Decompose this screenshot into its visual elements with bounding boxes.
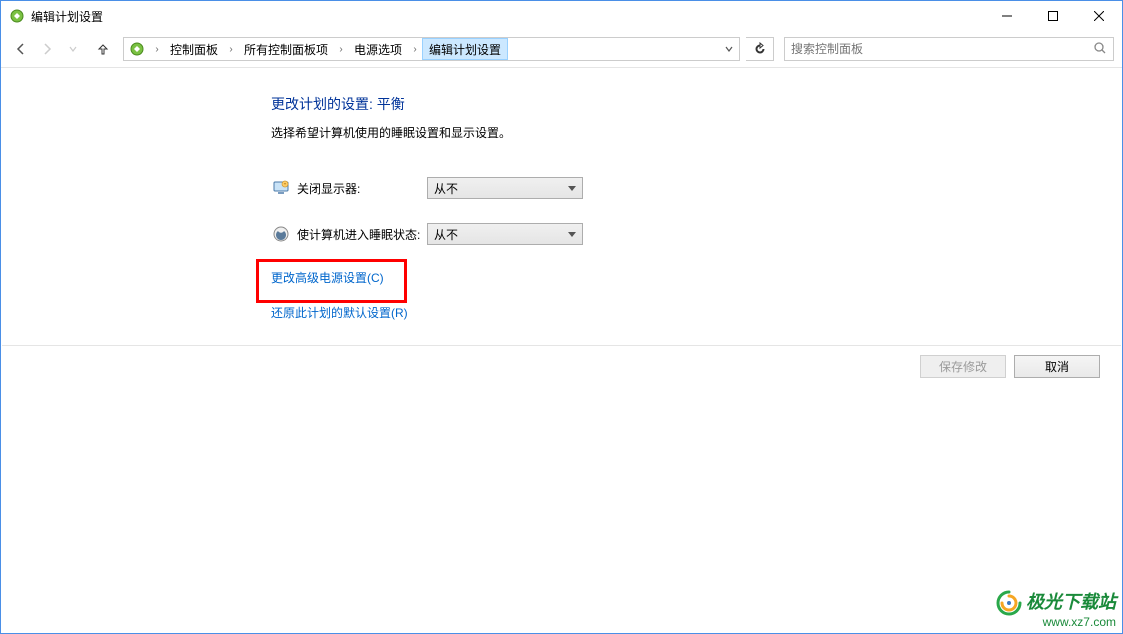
window-controls — [984, 1, 1122, 31]
advanced-settings-link[interactable]: 更改高级电源设置(C) — [271, 269, 1122, 286]
close-button[interactable] — [1076, 1, 1122, 31]
links: 更改高级电源设置(C) 还原此计划的默认设置(R) — [271, 269, 1122, 321]
chevron-right-icon[interactable]: › — [408, 44, 422, 55]
maximize-button[interactable] — [1030, 1, 1076, 31]
display-off-value: 从不 — [434, 180, 458, 197]
chevron-right-icon[interactable]: › — [334, 44, 348, 55]
forward-button[interactable] — [35, 37, 59, 61]
search-input[interactable] — [791, 42, 1093, 56]
watermark-url: www.xz7.com — [996, 616, 1116, 629]
breadcrumb: 控制面板 › 所有控制面板项 › 电源选项 › 编辑计划设置 — [164, 38, 508, 60]
footer-divider — [2, 345, 1121, 346]
address-icon — [126, 38, 148, 60]
chevron-right-icon[interactable]: › — [150, 44, 164, 55]
main-content: 更改计划的设置: 平衡 选择希望计算机使用的睡眠设置和显示设置。 关闭显示器: … — [1, 68, 1122, 321]
back-button[interactable] — [9, 37, 33, 61]
save-button: 保存修改 — [920, 355, 1006, 378]
window-title: 编辑计划设置 — [31, 8, 103, 25]
sleep-label: 使计算机进入睡眠状态: — [297, 226, 427, 243]
titlebar: 编辑计划设置 — [1, 1, 1122, 31]
setting-row-display-off: 关闭显示器: 从不 — [271, 177, 1122, 199]
watermark-logo-icon — [996, 590, 1022, 616]
sleep-select[interactable]: 从不 — [427, 223, 583, 245]
display-off-select[interactable]: 从不 — [427, 177, 583, 199]
minimize-button[interactable] — [984, 1, 1030, 31]
navbar: › 控制面板 › 所有控制面板项 › 电源选项 › 编辑计划设置 — [1, 31, 1122, 67]
page-subtext: 选择希望计算机使用的睡眠设置和显示设置。 — [271, 124, 1122, 141]
monitor-icon — [271, 178, 291, 198]
app-icon — [9, 8, 25, 24]
crumb-power-options[interactable]: 电源选项 — [348, 38, 408, 60]
address-bar[interactable]: › 控制面板 › 所有控制面板项 › 电源选项 › 编辑计划设置 — [123, 37, 740, 61]
search-box[interactable] — [784, 37, 1114, 61]
crumb-edit-plan[interactable]: 编辑计划设置 — [422, 38, 508, 60]
search-icon — [1093, 41, 1107, 58]
display-off-label: 关闭显示器: — [297, 180, 427, 197]
up-button[interactable] — [91, 37, 115, 61]
refresh-button[interactable] — [746, 37, 774, 61]
chevron-right-icon[interactable]: › — [224, 44, 238, 55]
cancel-button[interactable]: 取消 — [1014, 355, 1100, 378]
recent-dropdown[interactable] — [61, 37, 85, 61]
footer-buttons: 保存修改 取消 — [920, 355, 1100, 378]
crumb-all-items[interactable]: 所有控制面板项 — [238, 38, 334, 60]
sleep-value: 从不 — [434, 226, 458, 243]
setting-row-sleep: 使计算机进入睡眠状态: 从不 — [271, 223, 1122, 245]
restore-defaults-link[interactable]: 还原此计划的默认设置(R) — [271, 304, 1122, 321]
watermark-title: 极光下载站 — [1026, 593, 1116, 613]
watermark: 极光下载站 www.xz7.com — [996, 590, 1116, 629]
page-heading: 更改计划的设置: 平衡 — [271, 94, 1122, 114]
sleep-icon — [271, 224, 291, 244]
address-dropdown[interactable] — [719, 38, 739, 60]
crumb-control-panel[interactable]: 控制面板 — [164, 38, 224, 60]
